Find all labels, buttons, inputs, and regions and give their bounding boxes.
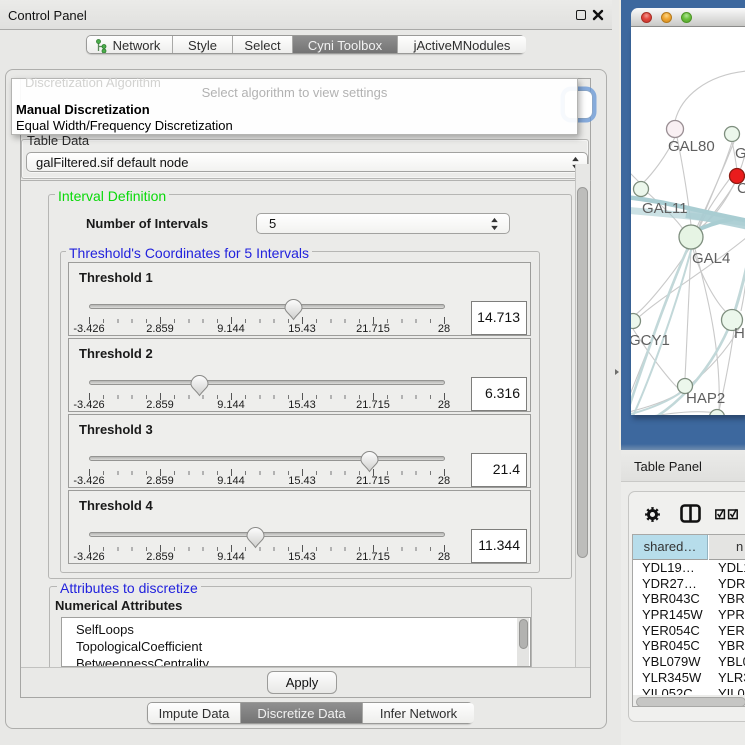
svg-text:CR: CR <box>737 180 745 197</box>
svg-text:GA: GA <box>735 145 745 162</box>
svg-text:GAL11: GAL11 <box>642 200 688 217</box>
svg-text:HAP2: HAP2 <box>686 390 725 407</box>
svg-text:GAL80: GAL80 <box>668 138 715 155</box>
svg-text:GCY1: GCY1 <box>631 332 670 349</box>
svg-text:GAL4: GAL4 <box>692 250 730 267</box>
svg-text:H: H <box>734 325 745 342</box>
